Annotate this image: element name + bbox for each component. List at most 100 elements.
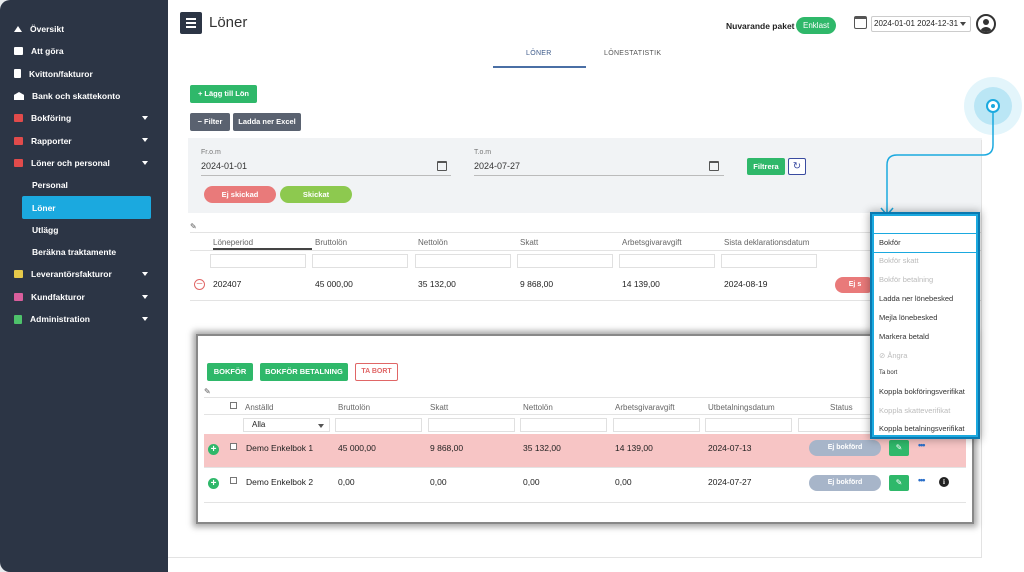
status-badge[interactable]: Ej bokförd	[809, 475, 881, 491]
sidebar-item-att-gora[interactable]: Att göra	[0, 40, 168, 62]
pin-icon[interactable]: ✎	[204, 387, 211, 396]
column-header[interactable]: Skatt	[430, 403, 448, 412]
to-date-input[interactable]: 2024-07-27	[474, 161, 520, 171]
filter-input-utbetalning[interactable]	[705, 418, 792, 432]
sidebar-item-rapporter[interactable]: Rapporter	[0, 129, 168, 151]
column-header[interactable]: Sista deklarationsdatum	[724, 238, 809, 247]
filter-input-period[interactable]	[210, 254, 306, 268]
column-header[interactable]: Bruttolön	[338, 403, 370, 412]
pin-icon[interactable]: ✎	[190, 222, 197, 231]
menu-item-mejla-lonebesked[interactable]: Mejla lönebesked	[879, 313, 937, 322]
more-options-icon[interactable]: •••	[918, 440, 926, 450]
menu-item-bokfor[interactable]: Bokför	[879, 238, 901, 247]
column-header[interactable]: Utbetalningsdatum	[708, 403, 775, 412]
sidebar-item-label: Löner	[32, 202, 56, 213]
sidebar-item-personal[interactable]: Personal	[0, 174, 168, 196]
filter-input-brutto[interactable]	[312, 254, 408, 268]
row-checkbox[interactable]	[230, 443, 237, 450]
edit-button[interactable]: ✎	[889, 440, 909, 456]
info-icon[interactable]: i	[939, 477, 949, 487]
sidebar-item-label: Utlägg	[32, 224, 59, 235]
download-excel-button[interactable]: Ladda ner Excel	[233, 113, 301, 131]
sidebar-item-leverantorsfakturor[interactable]: Leverantörsfakturor	[0, 263, 168, 285]
table-row[interactable]: + Demo Enkelbok 2 0,00 0,00 0,00 0,00 20…	[204, 468, 966, 502]
calendar-icon[interactable]	[709, 161, 719, 171]
sidebar-item-label: Bank och skattekonto	[32, 91, 121, 102]
filter-input-avgift[interactable]	[619, 254, 715, 268]
sidebar: Översikt Att göra Kvitton/fakturor Bank …	[0, 0, 168, 572]
sidebar-item-label: Kundfakturor	[31, 291, 85, 302]
filter-input-netto[interactable]	[415, 254, 511, 268]
menu-item-koppla-betalningsverifikat[interactable]: Koppla betalningsverifikat	[879, 424, 964, 433]
status-pill-sent[interactable]: Skickat	[280, 186, 352, 203]
sidebar-item-loner[interactable]: Löner	[22, 196, 151, 219]
calendar-icon[interactable]	[437, 161, 447, 171]
sidebar-item-utlagg[interactable]: Utlägg	[0, 219, 168, 241]
sidebar-item-label: Bokföring	[31, 113, 72, 124]
menu-item-markera-betald[interactable]: Markera betald	[879, 332, 929, 341]
menu-item-koppla-bokforingsverifikat[interactable]: Koppla bokföringsverifikat	[879, 387, 965, 396]
row-checkbox[interactable]	[230, 477, 237, 484]
sidebar-item-bank[interactable]: Bank och skattekonto	[0, 85, 168, 107]
status-pill-unsent[interactable]: Ej skickad	[204, 186, 276, 203]
column-header[interactable]: Nettolön	[523, 403, 553, 412]
menu-item-ta-bort[interactable]: Ta bort	[879, 370, 897, 376]
filter-input-avgift[interactable]	[613, 418, 700, 432]
column-header[interactable]: Skatt	[520, 238, 538, 247]
sidebar-item-kundfakturor[interactable]: Kundfakturor	[0, 286, 168, 308]
filter-input-netto[interactable]	[520, 418, 607, 432]
add-salary-button[interactable]: + Lägg till Lön	[190, 85, 257, 103]
tab-bar: LÖNER LÖNESTATISTIK	[493, 44, 703, 70]
column-header[interactable]: Löneperiod	[213, 238, 253, 247]
fiscal-year-select[interactable]: 2024-01-01 2024-12-31	[871, 16, 971, 32]
sidebar-item-loner-personal[interactable]: Löner och personal	[0, 152, 168, 174]
expand-row-icon[interactable]: +	[208, 444, 219, 455]
tab-loner[interactable]: LÖNER	[526, 50, 552, 57]
table-border	[204, 397, 966, 398]
select-all-checkbox[interactable]	[230, 402, 237, 409]
menu-toggle-button[interactable]	[180, 12, 202, 34]
status-badge[interactable]: Ej bokförd	[809, 440, 881, 456]
sidebar-item-kvitton[interactable]: Kvitton/fakturor	[0, 63, 168, 85]
menu-item-ladda-ner-lonebesked[interactable]: Ladda ner lönebesked	[879, 294, 953, 303]
column-header[interactable]: Nettolön	[418, 238, 448, 247]
filter-input-brutto[interactable]	[335, 418, 422, 432]
content-border	[168, 557, 982, 558]
refresh-button[interactable]: ↻	[788, 158, 806, 175]
collapse-row-icon[interactable]: –	[194, 279, 205, 290]
sidebar-item-administration[interactable]: Administration	[0, 308, 168, 330]
report-icon	[14, 136, 23, 145]
status-badge[interactable]: Ej s	[835, 277, 875, 293]
user-avatar-icon[interactable]	[976, 14, 996, 34]
filter-apply-button[interactable]: Filtrera	[747, 158, 785, 175]
delete-button[interactable]: TA BORT	[355, 363, 398, 381]
from-date-label: Fr.o.m	[201, 149, 221, 156]
book-payment-button[interactable]: BOKFÖR BETALNING	[260, 363, 348, 381]
package-badge[interactable]: Enklast	[796, 17, 837, 34]
more-options-icon[interactable]: •••	[918, 475, 926, 485]
filter-input-skatt[interactable]	[428, 418, 515, 432]
column-header[interactable]: Status	[830, 403, 853, 412]
filter-input-datum[interactable]	[721, 254, 817, 268]
edit-button[interactable]: ✎	[889, 475, 909, 491]
sidebar-item-bokforing[interactable]: Bokföring	[0, 107, 168, 129]
bank-icon	[14, 92, 24, 101]
book-button[interactable]: BOKFÖR	[207, 363, 253, 381]
table-row[interactable]: + Demo Enkelbok 1 45 000,00 9 868,00 35 …	[204, 434, 966, 467]
tab-lonestatistik[interactable]: LÖNESTATISTIK	[604, 50, 661, 57]
sidebar-item-oversikt[interactable]: Översikt	[0, 18, 168, 40]
column-header[interactable]: Arbetsgivaravgift	[615, 403, 675, 412]
sidebar-item-traktamente[interactable]: Beräkna traktamente	[0, 241, 168, 263]
column-header[interactable]: Arbetsgivaravgift	[622, 238, 682, 247]
hamburger-icon	[186, 18, 196, 20]
expand-row-icon[interactable]: +	[208, 478, 219, 489]
filter-input-skatt[interactable]	[517, 254, 613, 268]
table-row[interactable]: – 202407 45 000,00 35 132,00 9 868,00 14…	[190, 270, 982, 300]
chevron-down-icon	[318, 424, 324, 428]
cell-deadline: 2024-08-19	[724, 279, 768, 289]
from-date-input[interactable]: 2024-01-01	[201, 161, 247, 171]
filter-toggle-button[interactable]: − Filter	[190, 113, 230, 131]
column-header[interactable]: Anställd	[245, 403, 273, 412]
column-header[interactable]: Bruttolön	[315, 238, 347, 247]
employee-filter-select[interactable]: Alla	[243, 418, 330, 432]
